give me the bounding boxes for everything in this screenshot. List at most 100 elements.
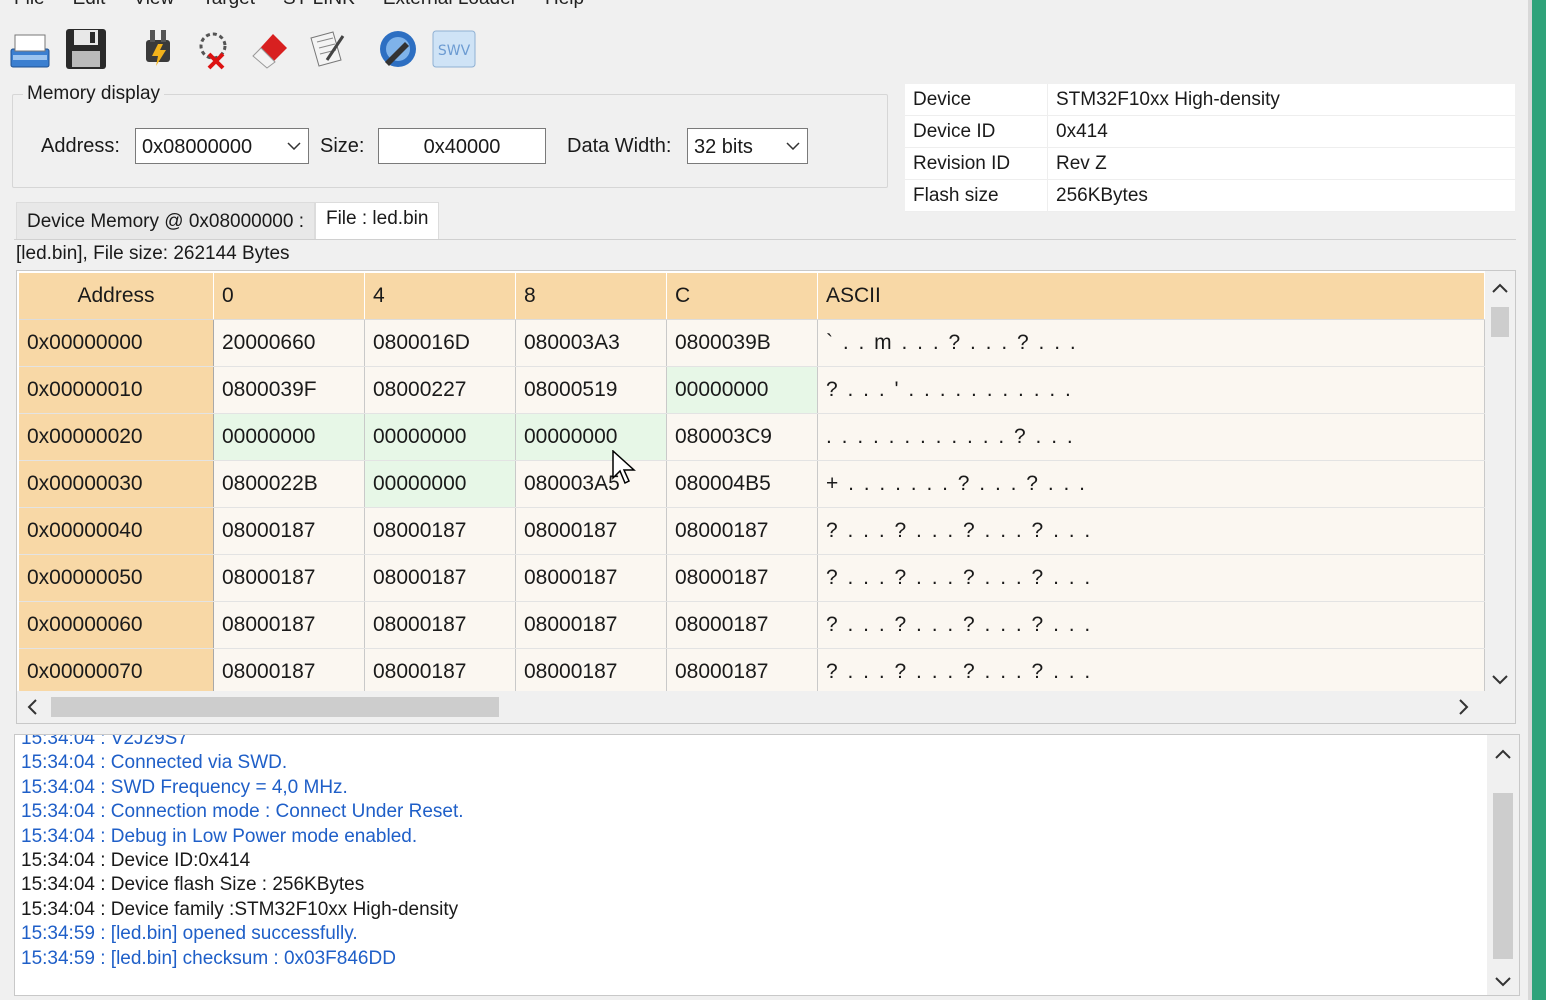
row-address: 0x00000050 [19,554,214,602]
memory-tabs: Device Memory @ 0x08000000 : File : led.… [16,202,440,239]
erase-icon[interactable] [246,24,294,74]
memory-cell[interactable]: 08000187 [666,648,818,696]
memory-cell[interactable]: 0800022B [213,460,365,508]
device-id-value: 0x414 [1047,115,1515,148]
menu-view[interactable]: View [119,0,188,12]
scroll-thumb[interactable] [1493,793,1513,959]
header-address[interactable]: Address [19,273,214,320]
size-input[interactable]: 0x40000 [378,128,546,164]
memory-cell[interactable]: 080003C9 [666,413,818,461]
grid-horizontal-scrollbar[interactable] [17,691,1515,723]
size-value: 0x40000 [423,136,501,158]
memory-cell[interactable]: 08000187 [213,601,365,649]
menu-st-link[interactable]: ST-LINK [269,0,369,12]
memory-cell[interactable]: 08000187 [515,507,667,555]
scroll-down-icon[interactable] [1495,971,1511,992]
memory-cell[interactable]: 080003A3 [515,319,667,367]
connect-icon[interactable] [134,24,182,74]
memory-cell[interactable]: 00000000 [515,413,667,461]
mouse-cursor-icon [612,449,636,491]
memory-cell[interactable]: 08000187 [213,507,365,555]
table-row[interactable]: 0x00000040 08000187 08000187 08000187 080001… [19,507,1485,555]
scroll-right-icon[interactable] [1459,699,1469,720]
header-col-0[interactable]: 0 [213,273,365,320]
address-combo[interactable]: 0x08000000 [135,128,309,164]
header-col-c[interactable]: C [666,273,818,320]
disconnect-icon[interactable] [190,24,238,74]
header-col-8[interactable]: 8 [515,273,667,320]
menu-help[interactable]: Help [531,0,598,12]
log-line: 15:34:59 : [led.bin] opened successfully… [21,923,358,945]
memory-cell[interactable]: 08000187 [364,507,516,555]
menu-target[interactable]: Target [188,0,269,12]
scroll-thumb[interactable] [1491,307,1509,337]
grid-vertical-scrollbar[interactable] [1485,271,1515,691]
memory-cell[interactable]: 00000000 [666,366,818,414]
memory-cell[interactable]: 00000000 [364,413,516,461]
log-line: 15:34:04 : V2J29S7 [21,734,188,749]
device-info-row: Device ID 0x414 [905,115,1515,148]
header-col-4[interactable]: 4 [364,273,516,320]
memory-cell[interactable]: 08000187 [213,554,365,602]
scroll-left-icon[interactable] [27,699,37,720]
memory-grid[interactable]: Address 0 4 8 C ASCII 0x00000000 20000660… [16,270,1516,724]
swv-icon[interactable]: SWV [430,24,478,74]
memory-cell[interactable]: 08000519 [515,366,667,414]
memory-cell[interactable]: 08000187 [364,554,516,602]
table-row[interactable]: 0x00000070 08000187 08000187 08000187 080001… [19,648,1485,696]
row-address: 0x00000000 [19,319,214,367]
scroll-up-icon[interactable] [1492,277,1508,298]
flash-size-key: Flash size [905,179,1048,212]
table-row[interactable]: 0x00000060 08000187 08000187 08000187 080001… [19,601,1485,649]
log-line: 15:34:59 : [led.bin] checksum : 0x03F846… [21,947,396,969]
table-row[interactable]: 0x00000020 00000000 00000000 00000000 080003… [19,413,1485,461]
table-row[interactable]: 0x00000000 20000660 0800016D 080003A3 080003… [19,319,1485,367]
memory-cell[interactable]: 0800039F [213,366,365,414]
memory-cell[interactable]: 00000000 [213,413,365,461]
table-row[interactable]: 0x00000010 0800039F 08000227 08000519 000000… [19,366,1485,414]
memory-cell[interactable]: 00000000 [364,460,516,508]
table-row[interactable]: 0x00000050 08000187 08000187 08000187 080001… [19,554,1485,602]
memory-cell[interactable]: 08000187 [666,554,818,602]
size-label: Size: [320,135,365,157]
device-value: STM32F10xx High-density [1047,84,1515,116]
program-verify-icon[interactable] [302,24,350,74]
mcu-core-icon[interactable] [374,24,422,74]
memory-cell[interactable]: 08000187 [515,601,667,649]
menu-external-loader[interactable]: External Loader [369,0,531,12]
menu-file[interactable]: File [0,0,59,12]
log-line: 15:34:04 : Device ID:0x414 [21,849,251,871]
memory-cell[interactable]: 08000187 [666,601,818,649]
memory-cell[interactable]: 0800039B [666,319,818,367]
tab-file[interactable]: File : led.bin [314,202,440,239]
row-address: 0x00000020 [19,413,214,461]
memory-cell[interactable]: 20000660 [213,319,365,367]
log-list: 15:34:04 : V2J29S7 15:34:04 : Connected v… [21,734,464,971]
chevron-down-icon[interactable] [286,129,302,163]
chevron-down-icon[interactable] [785,129,801,163]
memory-cell[interactable]: 08000187 [666,507,818,555]
memory-cell[interactable]: 080003A5 [515,460,667,508]
file-info: [led.bin], File size: 262144 Bytes [16,243,290,264]
scroll-thumb[interactable] [51,697,499,717]
log-panel[interactable]: 15:34:04 : V2J29S7 15:34:04 : Connected v… [14,734,1520,996]
memory-cell[interactable]: 0800016D [364,319,516,367]
log-scrollbar[interactable] [1487,735,1519,995]
memory-cell[interactable]: 08000227 [364,366,516,414]
memory-cell[interactable]: 08000187 [364,648,516,696]
scroll-down-icon[interactable] [1492,669,1508,690]
tab-device-memory[interactable]: Device Memory @ 0x08000000 : [16,202,315,239]
memory-cell[interactable]: 08000187 [515,554,667,602]
memory-cell[interactable]: 08000187 [213,648,365,696]
menu-edit[interactable]: Edit [59,0,120,12]
open-file-icon[interactable] [6,24,54,74]
memory-cell[interactable]: 080004B5 [666,460,818,508]
table-row[interactable]: 0x00000030 0800022B 00000000 080003A5 080004… [19,460,1485,508]
scroll-up-icon[interactable] [1495,743,1511,764]
device-info-row: Flash size 256KBytes [905,179,1515,212]
memory-cell[interactable]: 08000187 [515,648,667,696]
header-ascii[interactable]: ASCII [817,273,1485,320]
data-width-combo[interactable]: 32 bits [687,128,808,164]
save-file-icon[interactable] [62,24,110,74]
memory-cell[interactable]: 08000187 [364,601,516,649]
